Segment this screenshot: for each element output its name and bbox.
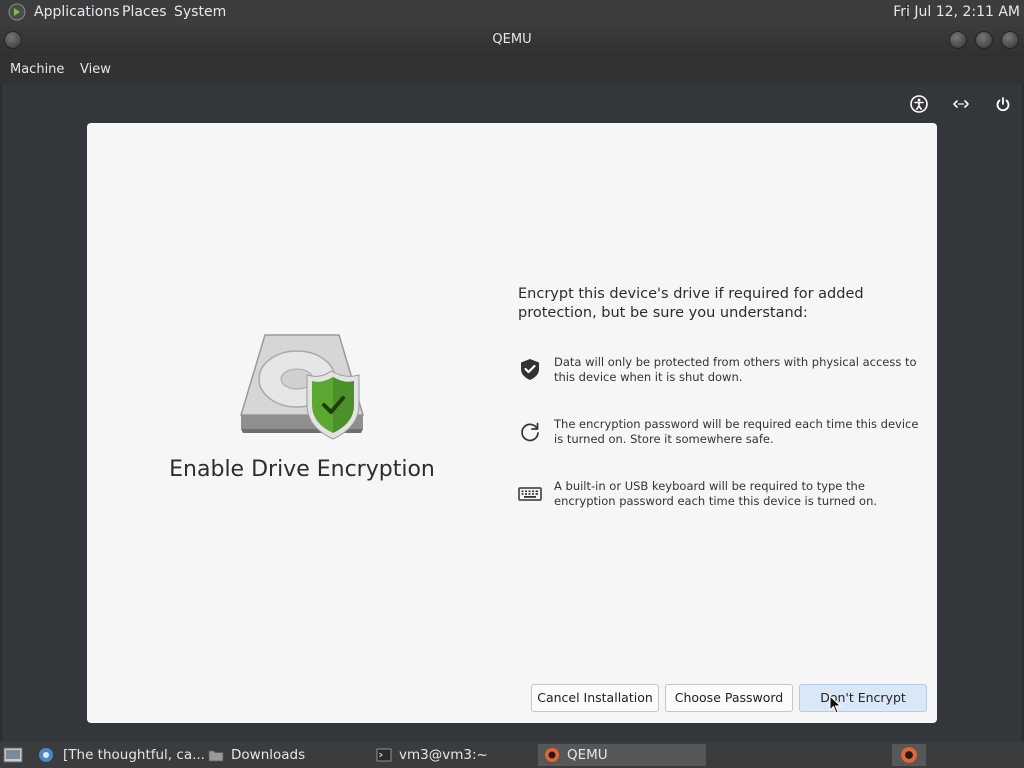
task-terminal-label: vm3@vm3:~: [399, 747, 488, 763]
restart-icon: [521, 422, 539, 442]
choose-password-button[interactable]: Choose Password: [665, 684, 793, 712]
clock[interactable]: Fri Jul 12, 2:11 AM: [893, 4, 1020, 20]
item-physical-access-text: Data will only be protected from others …: [554, 355, 917, 384]
tray-qemu-applet[interactable]: [892, 744, 926, 766]
accessibility-icon[interactable]: [907, 92, 931, 116]
hard-drive-shield-icon: [239, 334, 365, 440]
mouse-cursor-icon: [829, 695, 842, 714]
task-downloads[interactable]: Downloads: [202, 744, 362, 766]
task-qemu[interactable]: QEMU: [538, 744, 706, 766]
close-button[interactable]: [1001, 31, 1019, 49]
network-icon[interactable]: [949, 92, 973, 116]
minimize-button[interactable]: [949, 31, 967, 49]
menu-system[interactable]: System: [174, 4, 226, 20]
menu-view[interactable]: View: [80, 62, 111, 77]
qemu-tray-icon: [901, 747, 917, 763]
task-terminal[interactable]: vm3@vm3:~: [370, 744, 530, 766]
shield-check-icon: [521, 359, 539, 380]
top-panel: Applications Places System Fri Jul 12, 2…: [0, 0, 1024, 24]
window-titlebar[interactable]: QEMU: [0, 24, 1024, 56]
item-keyboard-text: A built-in or USB keyboard will be requi…: [554, 479, 878, 508]
qemu-icon: [545, 748, 559, 762]
dialog-heading: Enable Drive Encryption: [169, 457, 435, 482]
intro-text: Encrypt this device's drive if required …: [518, 286, 864, 321]
maximize-button[interactable]: [975, 31, 993, 49]
task-browser[interactable]: [The thoughtful, ca...: [32, 744, 205, 766]
terminal-icon: [376, 748, 392, 762]
task-downloads-label: Downloads: [231, 747, 306, 763]
menu-machine[interactable]: Machine: [10, 62, 64, 77]
menu-places[interactable]: Places: [122, 4, 167, 20]
menu-applications[interactable]: Applications: [34, 4, 120, 20]
folder-icon: [208, 750, 224, 762]
task-browser-label: [The thoughtful, ca...: [63, 747, 205, 763]
show-desktop-icon[interactable]: [3, 746, 23, 764]
browser-icon: [39, 748, 53, 762]
item-password-text: The encryption password will be required…: [554, 417, 919, 446]
encryption-dialog: Enable Drive Encryption Encrypt this dev…: [87, 123, 937, 723]
task-qemu-label: QEMU: [567, 747, 608, 763]
window-title: QEMU: [492, 32, 532, 47]
cancel-installation-button[interactable]: Cancel Installation: [531, 684, 659, 712]
taskbar: [The thoughtful, ca... Downloads vm3@vm3…: [0, 742, 1024, 768]
keyboard-icon: [518, 487, 542, 501]
power-icon[interactable]: [991, 92, 1015, 116]
qemu-menubar: Machine View: [0, 56, 1024, 84]
dont-encrypt-button[interactable]: Don't Encrypt: [799, 684, 927, 712]
distro-logo-icon[interactable]: [8, 3, 26, 21]
